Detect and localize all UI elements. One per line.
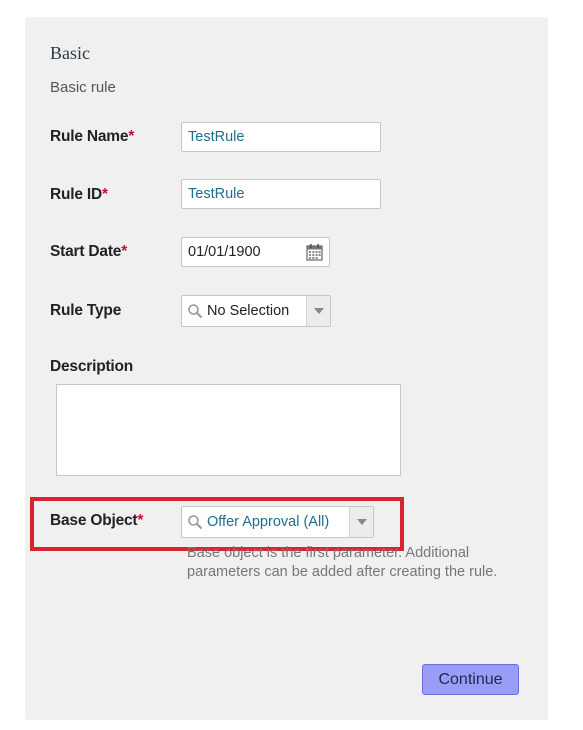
base-object-value: Offer Approval (All) — [207, 514, 330, 530]
start-date-input[interactable]: 01/01/1900 — [181, 237, 330, 267]
rule-id-label: Rule ID* — [50, 186, 108, 203]
chevron-down-icon[interactable] — [349, 507, 373, 537]
base-object-help-text: Base object is the first parameter. Addi… — [187, 545, 498, 580]
section-subtitle: Basic rule — [50, 79, 116, 96]
rule-type-value: No Selection — [207, 303, 290, 319]
rule-id-value: TestRule — [188, 186, 245, 202]
rule-type-select[interactable]: No Selection — [181, 295, 331, 327]
calendar-icon[interactable] — [306, 243, 323, 261]
description-label: Description — [50, 358, 134, 375]
continue-button[interactable]: Continue — [422, 664, 519, 695]
rule-type-label: Rule Type — [50, 302, 122, 319]
start-date-value: 01/01/1900 — [188, 244, 261, 260]
chevron-down-icon[interactable] — [306, 296, 330, 326]
rule-id-input[interactable]: TestRule — [181, 179, 381, 209]
section-title: Basic — [50, 43, 90, 63]
required-marker: * — [128, 128, 135, 145]
required-marker: * — [102, 186, 108, 203]
start-date-label: Start Date* — [50, 243, 128, 260]
search-icon — [188, 304, 203, 319]
base-object-label: Base Object* — [50, 512, 144, 529]
rule-name-value: TestRule — [188, 129, 245, 145]
rule-name-label: Rule Name* — [50, 128, 135, 145]
required-marker: * — [121, 243, 128, 260]
description-textarea[interactable] — [56, 384, 401, 476]
search-icon — [188, 515, 203, 530]
required-marker: * — [137, 512, 144, 529]
rule-name-input[interactable]: TestRule — [181, 122, 381, 152]
base-object-select[interactable]: Offer Approval (All) — [181, 506, 374, 538]
